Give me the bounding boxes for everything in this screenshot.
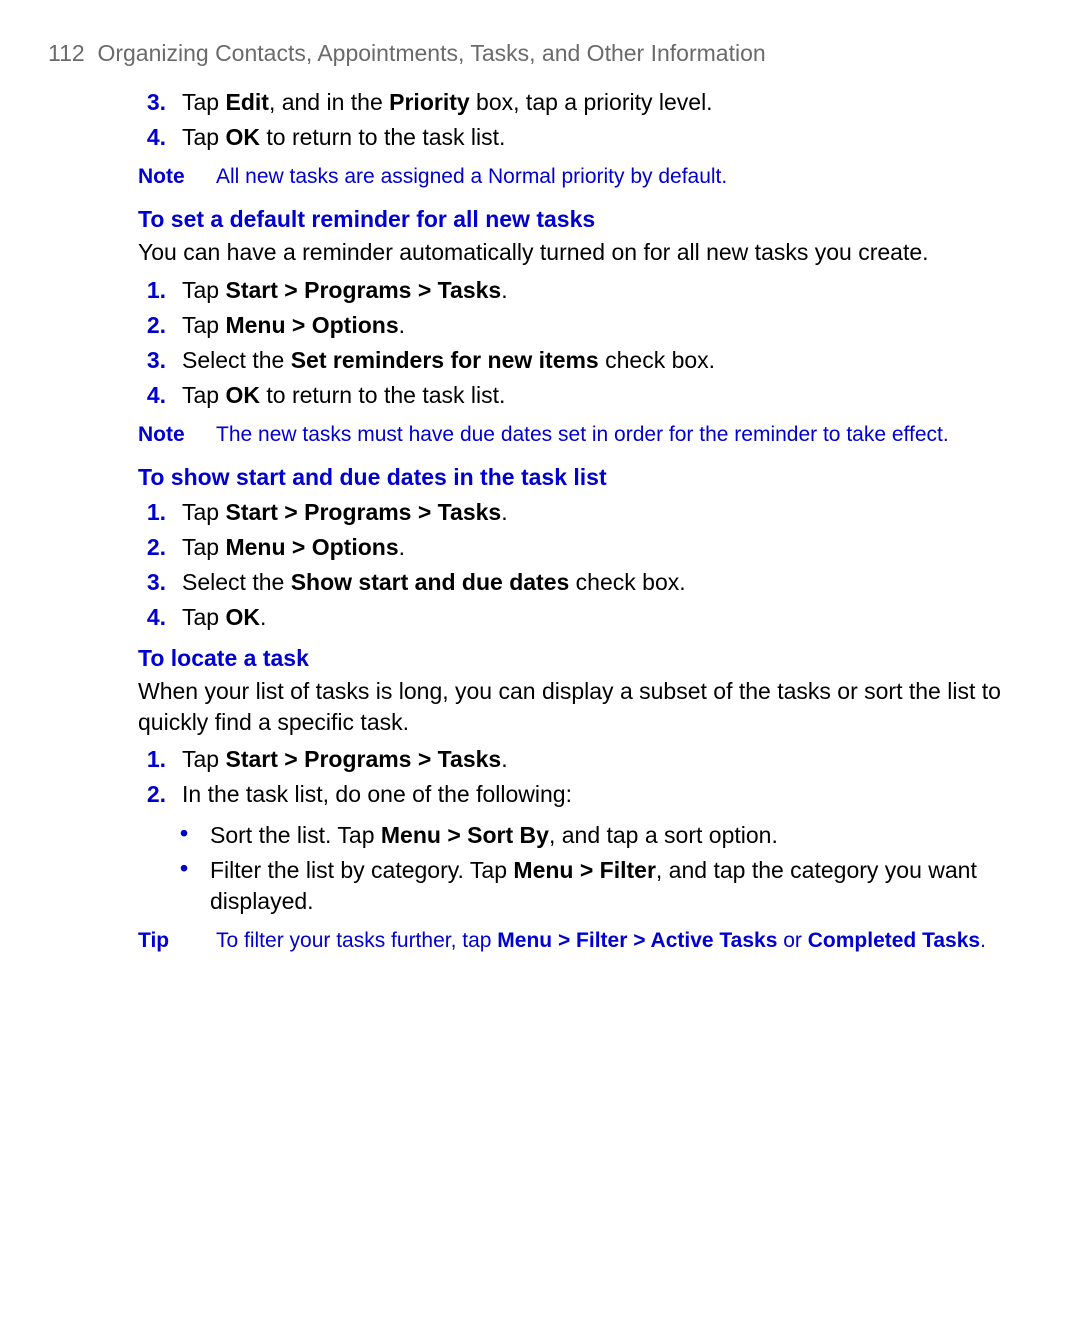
step-number: 4. [138, 602, 172, 633]
tip-block: Tip To filter your tasks further, tap Me… [138, 927, 1012, 954]
section-intro: When your list of tasks is long, you can… [138, 676, 1012, 738]
step-text: Tap Edit, and in the Priority box, tap a… [172, 87, 1012, 118]
tip-label: Tip [138, 927, 216, 954]
tip-text: To filter your tasks further, tap Menu >… [216, 927, 1012, 954]
note-label: Note [138, 163, 216, 190]
section-intro: You can have a reminder automatically tu… [138, 237, 1012, 268]
step-item: 3. Tap Edit, and in the Priority box, ta… [138, 87, 1012, 118]
bullet-dot-icon: • [176, 855, 204, 917]
step-item: 1. Tap Start > Programs > Tasks. [138, 744, 1012, 775]
step-item: 1. Tap Start > Programs > Tasks. [138, 275, 1012, 306]
step-text: Tap OK to return to the task list. [172, 380, 1012, 411]
intro-step-list: 3. Tap Edit, and in the Priority box, ta… [138, 87, 1012, 153]
step-text: In the task list, do one of the followin… [172, 779, 1012, 810]
locate-step-list: 1. Tap Start > Programs > Tasks. 2. In t… [138, 744, 1012, 810]
step-item: 2. Tap Menu > Options. [138, 532, 1012, 563]
step-item: 2. In the task list, do one of the follo… [138, 779, 1012, 810]
dates-step-list: 1. Tap Start > Programs > Tasks. 2. Tap … [138, 497, 1012, 633]
note-block: Note All new tasks are assigned a Normal… [138, 163, 1012, 190]
step-text: Tap OK. [172, 602, 1012, 633]
step-text: Tap Start > Programs > Tasks. [172, 275, 1012, 306]
step-number: 4. [138, 122, 172, 153]
step-item: 2. Tap Menu > Options. [138, 310, 1012, 341]
step-number: 2. [138, 310, 172, 341]
step-number: 1. [138, 744, 172, 775]
page-content: 3. Tap Edit, and in the Priority box, ta… [138, 87, 1012, 954]
step-number: 3. [138, 567, 172, 598]
step-number: 2. [138, 779, 172, 810]
locate-bullet-list: • Sort the list. Tap Menu > Sort By, and… [138, 820, 1012, 916]
step-number: 3. [138, 87, 172, 118]
bullet-item: • Sort the list. Tap Menu > Sort By, and… [176, 820, 1012, 851]
note-text: The new tasks must have due dates set in… [216, 421, 1012, 448]
bullet-item: • Filter the list by category. Tap Menu … [176, 855, 1012, 917]
bullet-text: Filter the list by category. Tap Menu > … [204, 855, 1012, 917]
step-text: Tap Menu > Options. [172, 532, 1012, 563]
note-label: Note [138, 421, 216, 448]
step-number: 4. [138, 380, 172, 411]
reminder-step-list: 1. Tap Start > Programs > Tasks. 2. Tap … [138, 275, 1012, 411]
step-text: Tap OK to return to the task list. [172, 122, 1012, 153]
section-heading-locate: To locate a task [138, 643, 1012, 674]
step-number: 2. [138, 532, 172, 563]
step-number: 1. [138, 497, 172, 528]
step-item: 3. Select the Show start and due dates c… [138, 567, 1012, 598]
running-head: 112 Organizing Contacts, Appointments, T… [48, 38, 1012, 69]
step-text: Select the Show start and due dates chec… [172, 567, 1012, 598]
step-number: 1. [138, 275, 172, 306]
step-text: Tap Start > Programs > Tasks. [172, 497, 1012, 528]
bullet-dot-icon: • [176, 820, 204, 851]
note-text: All new tasks are assigned a Normal prio… [216, 163, 1012, 190]
step-item: 3. Select the Set reminders for new item… [138, 345, 1012, 376]
step-text: Select the Set reminders for new items c… [172, 345, 1012, 376]
page-number: 112 [48, 40, 85, 66]
step-item: 4. Tap OK to return to the task list. [138, 380, 1012, 411]
note-block: Note The new tasks must have due dates s… [138, 421, 1012, 448]
manual-page: 112 Organizing Contacts, Appointments, T… [0, 0, 1080, 1327]
step-text: Tap Menu > Options. [172, 310, 1012, 341]
chapter-title: Organizing Contacts, Appointments, Tasks… [97, 40, 765, 66]
bullet-text: Sort the list. Tap Menu > Sort By, and t… [204, 820, 1012, 851]
step-item: 4. Tap OK. [138, 602, 1012, 633]
step-item: 1. Tap Start > Programs > Tasks. [138, 497, 1012, 528]
step-item: 4. Tap OK to return to the task list. [138, 122, 1012, 153]
step-number: 3. [138, 345, 172, 376]
step-text: Tap Start > Programs > Tasks. [172, 744, 1012, 775]
section-heading-reminder: To set a default reminder for all new ta… [138, 204, 1012, 235]
section-heading-dates: To show start and due dates in the task … [138, 462, 1012, 493]
